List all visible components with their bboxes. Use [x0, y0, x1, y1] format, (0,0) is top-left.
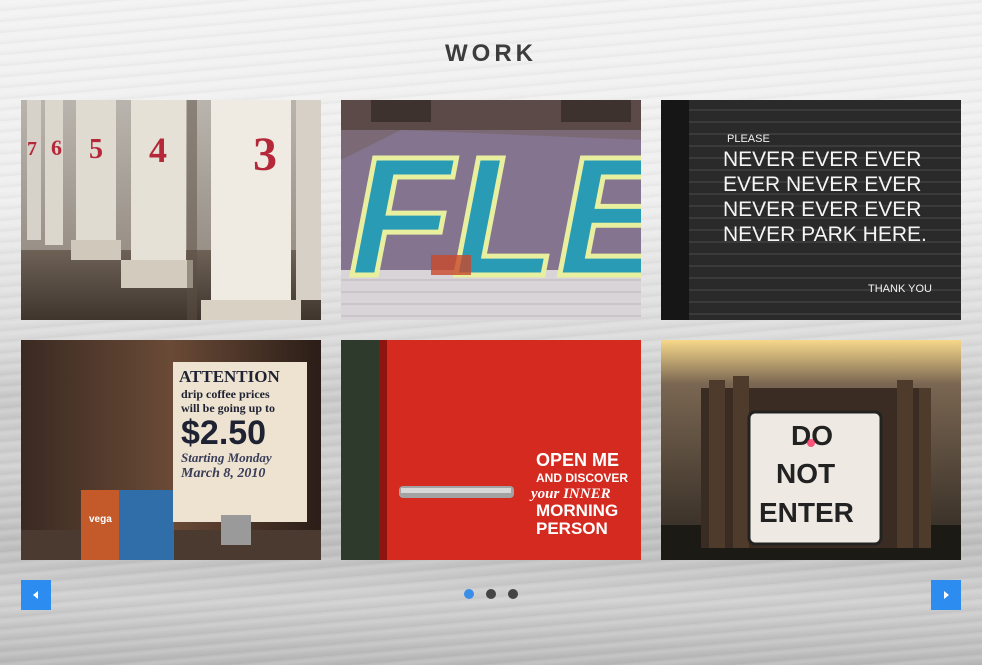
never-park-image: PLEASE NEVER EVER EVER EVER NEVER EVER N… — [661, 100, 961, 320]
arrow-right-icon — [944, 591, 949, 599]
portfolio-tile-pillars[interactable]: 7 6 5 4 3 — [21, 100, 321, 320]
sign-word: ENTER — [759, 497, 854, 528]
graffiti-text: FLE — [349, 122, 641, 312]
portfolio-tile-never-park[interactable]: PLEASE NEVER EVER EVER EVER NEVER EVER N… — [661, 100, 961, 320]
coffee-sign-line: drip coffee prices — [181, 387, 270, 401]
pillars-image: 7 6 5 4 3 — [21, 100, 321, 320]
fridge-line: OPEN ME — [536, 450, 619, 470]
pagination-dot-3[interactable] — [508, 589, 518, 599]
sign-line: NEVER EVER EVER — [723, 148, 921, 171]
section-title: WORK — [445, 40, 537, 67]
fridge-line: PERSON — [536, 519, 608, 538]
pillar-label: 4 — [149, 130, 167, 170]
coffee-sign-line: will be going up to — [181, 401, 275, 415]
sign-small-text: THANK YOU — [868, 283, 932, 295]
pillar-label: 5 — [89, 134, 103, 165]
carousel-pagination — [464, 589, 518, 599]
portfolio-tile-graffiti[interactable]: FLE — [341, 100, 641, 320]
carousel-prev-button[interactable] — [21, 580, 51, 610]
carousel-next-button[interactable] — [931, 580, 961, 610]
fridge-line: your INNER — [529, 486, 611, 502]
coffee-sign-line: March 8, 2010 — [180, 466, 265, 481]
pillar-label: 3 — [253, 128, 277, 181]
arrow-left-icon — [33, 591, 38, 599]
pagination-dot-1[interactable] — [464, 589, 474, 599]
sign-line: NEVER EVER EVER — [723, 198, 921, 221]
sign-small-text: PLEASE — [727, 133, 770, 145]
pillar-label: 7 — [27, 138, 37, 160]
pagination-dot-2[interactable] — [486, 589, 496, 599]
box-label: vega — [89, 514, 112, 525]
sign-word: NOT — [776, 458, 835, 489]
coffee-sign-line: ATTENTION — [179, 367, 280, 386]
fridge-image: OPEN ME AND DISCOVER your INNER MORNING … — [341, 340, 641, 560]
sign-line: NEVER PARK HERE. — [723, 223, 927, 246]
do-not-enter-image: DO NOT ENTER — [661, 340, 961, 560]
portfolio-tile-do-not-enter[interactable]: DO NOT ENTER — [661, 340, 961, 560]
sign-line: EVER NEVER EVER — [723, 173, 921, 196]
coffee-sign-line: Starting Monday — [181, 450, 272, 465]
coffee-sign-image: vega ATTENTION drip coffee prices will b… — [21, 340, 321, 560]
fridge-line: MORNING — [536, 501, 618, 520]
coffee-sign-price: $2.50 — [181, 414, 266, 452]
graffiti-image: FLE — [341, 100, 641, 320]
pillar-label: 6 — [51, 135, 62, 160]
fridge-line: AND DISCOVER — [536, 471, 628, 485]
portfolio-tile-fridge[interactable]: OPEN ME AND DISCOVER your INNER MORNING … — [341, 340, 641, 560]
portfolio-tile-coffee[interactable]: vega ATTENTION drip coffee prices will b… — [21, 340, 321, 560]
